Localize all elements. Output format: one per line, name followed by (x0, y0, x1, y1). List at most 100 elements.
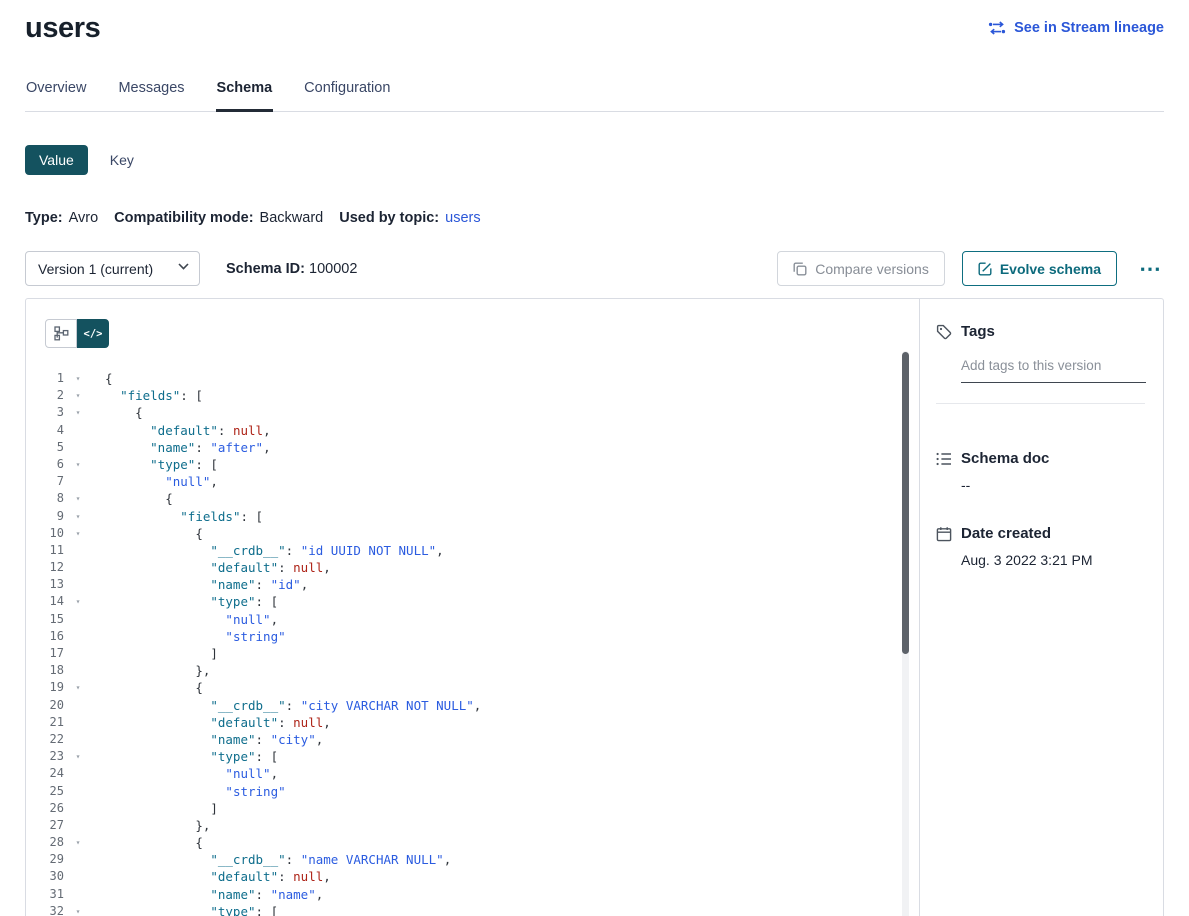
version-bar: Version 1 (current) Schema ID: 100002 Co… (25, 251, 1164, 286)
line-number: 32 (26, 903, 64, 916)
stream-lineage-link[interactable]: See in Stream lineage (988, 20, 1164, 36)
fold-arrow-icon[interactable]: ▾ (72, 508, 84, 525)
code-text: "name": "after", (84, 439, 271, 456)
line-number: 28 (26, 834, 64, 851)
code-line: 17 ] (26, 645, 919, 662)
fold-spacer (72, 765, 84, 782)
code-text: "fields": [ (84, 387, 203, 404)
code-text: { (84, 490, 173, 507)
code-line: 30 "default": null, (26, 868, 919, 885)
fold-arrow-icon[interactable]: ▾ (72, 679, 84, 696)
line-number: 9 (26, 508, 64, 525)
code-text: "null", (84, 611, 278, 628)
value-toggle-button[interactable]: Value (25, 145, 88, 175)
code-line: 26 ] (26, 800, 919, 817)
tags-title: Tags (961, 323, 995, 340)
schema-doc-value: -- (961, 477, 1145, 493)
topic-link[interactable]: users (445, 210, 480, 226)
tab-messages[interactable]: Messages (117, 72, 185, 112)
editor-view-toggle: </> (45, 319, 109, 348)
tab-schema[interactable]: Schema (216, 72, 274, 112)
code-text: "fields": [ (84, 508, 263, 525)
code-text: "default": null, (84, 868, 331, 885)
page-root: users See in Stream lineage Overview Mess… (0, 0, 1189, 916)
evolve-schema-label: Evolve schema (1000, 261, 1101, 277)
fold-spacer (72, 422, 84, 439)
version-select[interactable]: Version 1 (current) (25, 251, 200, 286)
tab-overview[interactable]: Overview (25, 72, 87, 112)
key-toggle-button[interactable]: Key (110, 152, 134, 168)
line-number: 2 (26, 387, 64, 404)
code-line: 12 "default": null, (26, 559, 919, 576)
code-line: 32 ▾ "type": [ (26, 903, 919, 916)
line-number: 26 (26, 800, 64, 817)
code-line: 21 "default": null, (26, 714, 919, 731)
fold-arrow-icon[interactable]: ▾ (72, 387, 84, 404)
fold-spacer (72, 817, 84, 834)
code-line: 2 ▾ "fields": [ (26, 387, 919, 404)
fold-arrow-icon[interactable]: ▾ (72, 525, 84, 542)
fold-arrow-icon[interactable]: ▾ (72, 748, 84, 765)
fold-arrow-icon[interactable]: ▾ (72, 404, 84, 421)
evolve-schema-button[interactable]: Evolve schema (962, 251, 1117, 286)
line-number: 31 (26, 886, 64, 903)
code-line: 29 "__crdb__": "name VARCHAR NULL", (26, 851, 919, 868)
fold-arrow-icon[interactable]: ▾ (72, 456, 84, 473)
date-created-header: Date created (936, 525, 1145, 542)
fold-arrow-icon[interactable]: ▾ (72, 593, 84, 610)
fold-spacer (72, 628, 84, 645)
fold-spacer (72, 800, 84, 817)
fold-arrow-icon[interactable]: ▾ (72, 490, 84, 507)
code-text: "type": [ (84, 903, 278, 916)
sidebar-divider (936, 403, 1145, 404)
tab-configuration[interactable]: Configuration (303, 72, 391, 112)
line-number: 3 (26, 404, 64, 421)
fold-spacer (72, 731, 84, 748)
code-line: 6 ▾ "type": [ (26, 456, 919, 473)
line-number: 20 (26, 697, 64, 714)
code-text: "__crdb__": "id UUID NOT NULL", (84, 542, 444, 559)
used-by-topic-label: Used by topic: (339, 210, 439, 226)
type-label: Type: (25, 210, 63, 226)
code-text: "__crdb__": "city VARCHAR NOT NULL", (84, 697, 481, 714)
code-line: 23▾ "type": [ (26, 748, 919, 765)
calendar-icon (936, 526, 952, 542)
code-line: 7 "null", (26, 473, 919, 490)
compare-versions-label: Compare versions (815, 261, 929, 277)
editor-scrollbar-thumb[interactable] (902, 352, 909, 654)
code-text: "default": null, (84, 714, 331, 731)
fold-arrow-icon[interactable]: ▾ (72, 903, 84, 916)
schema-id-value: 100002 (309, 261, 357, 277)
fold-arrow-icon[interactable]: ▾ (72, 370, 84, 387)
code-line: 1▾{ (26, 370, 919, 387)
code-text: { (84, 679, 203, 696)
date-created-section: Date created Aug. 3 2022 3:21 PM (936, 525, 1145, 568)
fold-spacer (72, 559, 84, 576)
page-title: users (25, 12, 100, 45)
code-line: 14▾ "type": [ (26, 593, 919, 610)
doc-list-icon (936, 452, 952, 466)
tags-input[interactable] (961, 355, 1146, 383)
code-text: { (84, 525, 203, 542)
code-line: 4 "default": null, (26, 422, 919, 439)
fold-spacer (72, 697, 84, 714)
line-number: 27 (26, 817, 64, 834)
code-view-button[interactable]: </> (77, 319, 109, 348)
line-number: 1 (26, 370, 64, 387)
code-text: "name": "name", (84, 886, 323, 903)
line-number: 6 (26, 456, 64, 473)
line-number: 18 (26, 662, 64, 679)
tags-header: Tags (936, 323, 1145, 340)
fold-arrow-icon[interactable]: ▾ (72, 834, 84, 851)
compare-versions-button[interactable]: Compare versions (777, 251, 945, 286)
code-text: "type": [ (84, 748, 278, 765)
code-text: "name": "city", (84, 731, 323, 748)
header: users See in Stream lineage (25, 0, 1164, 46)
tag-icon (936, 324, 952, 340)
compatibility-label: Compatibility mode: (114, 210, 253, 226)
code-text: "type": [ (84, 456, 218, 473)
fold-spacer (72, 473, 84, 490)
more-options-button[interactable]: ⋯ (1137, 259, 1164, 279)
tree-view-button[interactable] (45, 319, 77, 348)
line-number: 19 (26, 679, 64, 696)
